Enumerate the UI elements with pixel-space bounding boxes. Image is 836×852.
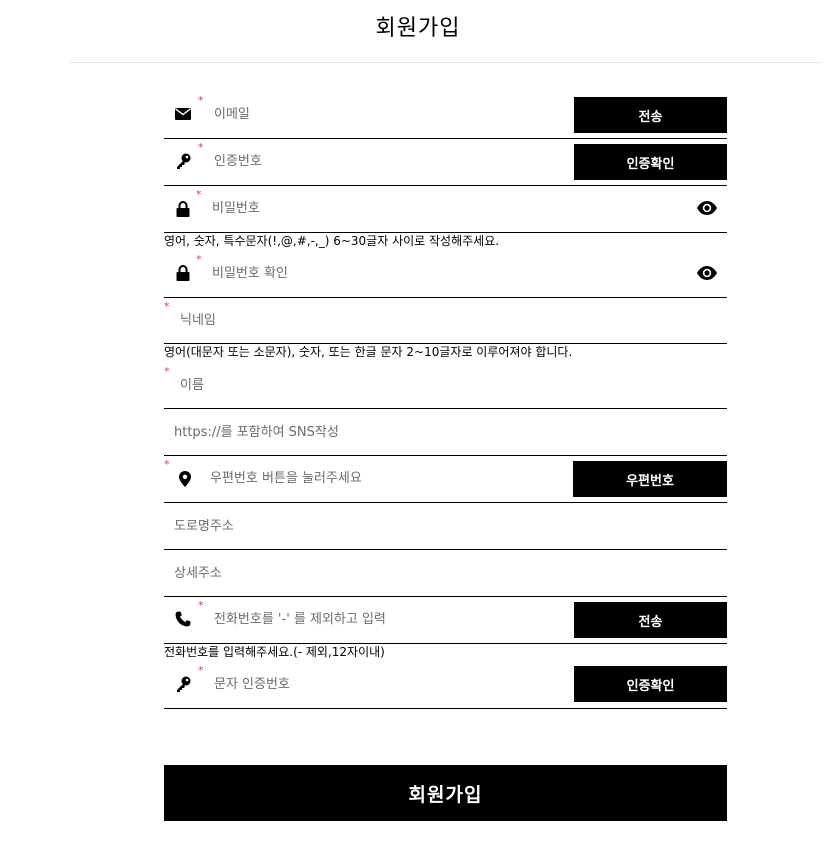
name-row: * [164,362,727,409]
page-title: 회원가입 [375,16,461,41]
password-confirm-input[interactable] [212,263,652,283]
detail-address-row [164,550,727,597]
sms-code-input[interactable] [214,674,554,694]
lock-icon [174,200,192,218]
required-mark: * [198,141,204,154]
required-mark: * [164,300,170,313]
lock-icon [174,264,192,282]
verify-sms-code-button[interactable]: 인증확인 [574,666,727,702]
phone-input[interactable] [214,609,554,629]
auth-code-input[interactable] [214,151,554,171]
password-hint: 영어, 숫자, 특수문자(!,@,#,-,_) 6~30글자 사이로 작성해주세… [164,234,500,248]
send-phone-button[interactable]: 전송 [574,602,727,638]
password-confirm-row: * [164,250,727,298]
password-row: * [164,186,727,233]
required-mark: * [164,458,170,471]
required-mark: * [196,188,202,201]
key-icon [174,675,192,693]
sns-input[interactable] [174,422,694,442]
road-address-input[interactable] [174,516,694,536]
nickname-hint: 영어(대문자 또는 소문자), 숫자, 또는 한글 문자 2~10글자로 이루어… [164,345,573,359]
key-icon [174,152,192,170]
envelope-icon [174,105,192,123]
password-input[interactable] [212,198,652,218]
road-address-row [164,503,727,550]
zipcode-row: * 우편번호 [164,456,727,503]
zipcode-input[interactable] [210,468,560,488]
sms-code-row: * 인증확인 [164,661,727,709]
phone-icon [174,610,192,628]
phone-row: * 전송 [164,597,727,644]
name-input[interactable] [180,375,680,395]
email-input[interactable] [214,104,554,124]
nickname-input[interactable] [180,310,680,330]
title-divider [70,62,822,63]
auth-code-row: * 인증확인 [164,139,727,186]
required-mark: * [164,365,170,378]
eye-icon[interactable] [695,263,719,283]
email-row: * 전송 [164,92,727,139]
phone-hint: 전화번호를 입력해주세요.(- 제외,12자이내) [164,645,385,659]
send-email-button[interactable]: 전송 [574,97,727,133]
required-mark: * [198,94,204,107]
required-mark: * [196,253,202,266]
map-pin-icon [176,470,194,488]
nickname-row: * [164,298,727,344]
required-mark: * [198,664,204,677]
required-mark: * [198,599,204,612]
zipcode-search-button[interactable]: 우편번호 [573,461,727,497]
detail-address-input[interactable] [174,563,694,583]
verify-auth-code-button[interactable]: 인증확인 [574,144,727,180]
eye-icon[interactable] [695,198,719,218]
signup-submit-button[interactable]: 회원가입 [164,765,727,821]
sns-row [164,409,727,456]
